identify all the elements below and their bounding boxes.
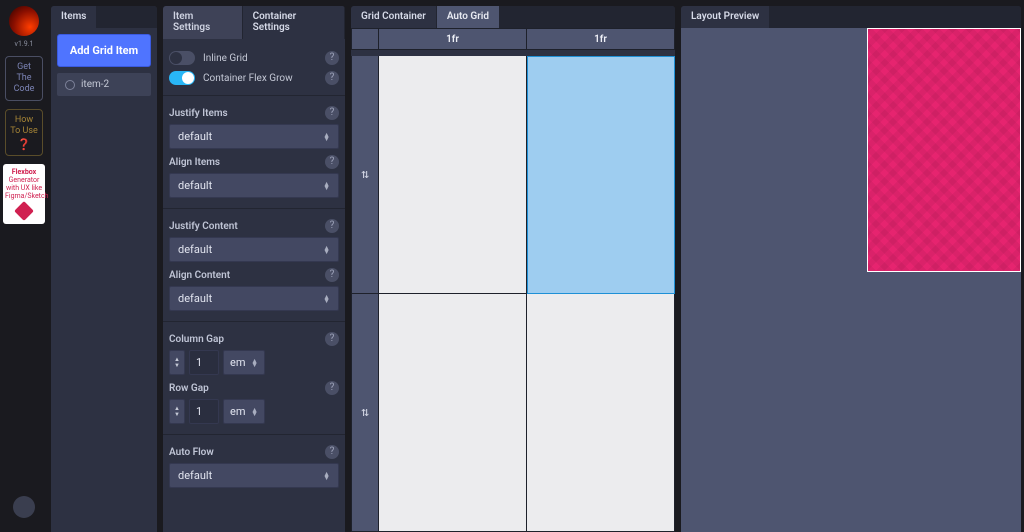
grid-cell[interactable] xyxy=(527,294,675,532)
tab-auto-grid[interactable]: Auto Grid xyxy=(437,6,500,28)
chevron-updown-icon: ▲▼ xyxy=(251,359,258,367)
help-icon[interactable]: ? xyxy=(325,219,339,233)
justify-content-select[interactable]: default ▲▼ xyxy=(169,237,339,262)
auto-flow-label: Auto Flow xyxy=(169,447,214,458)
how-to-use-button[interactable]: How To Use ❓ xyxy=(5,109,43,156)
grid-row-header[interactable]: ⇅ xyxy=(351,56,379,294)
chevron-updown-icon: ▲▼ xyxy=(323,295,330,303)
grid-cell[interactable] xyxy=(379,56,527,294)
column-gap-unit: em xyxy=(230,356,245,369)
help-icon[interactable]: ? xyxy=(325,71,339,85)
justify-items-select[interactable]: default ▲▼ xyxy=(169,124,339,149)
align-items-label: Align Items xyxy=(169,157,220,168)
help-icon: ❓ xyxy=(8,139,40,150)
help-icon[interactable]: ? xyxy=(325,51,339,65)
grid-cell-selected[interactable] xyxy=(527,56,676,294)
row-gap-stepper[interactable]: ▲▼ xyxy=(169,399,185,424)
grid-panel: Grid Container Auto Grid 1fr 1fr ⇅ ⇅ xyxy=(351,6,675,532)
column-gap-stepper[interactable]: ▲▼ xyxy=(169,350,185,375)
inline-grid-toggle[interactable] xyxy=(169,51,195,65)
inline-grid-label: Inline Grid xyxy=(203,53,248,64)
flexbox-promo-card[interactable]: Flexbox Generator with UX like Figma/Ske… xyxy=(3,164,45,224)
tab-container-settings[interactable]: Container Settings xyxy=(243,6,345,39)
flexbox-promo-sub: Generator with UX like Figma/Sketch xyxy=(5,176,49,200)
grid-item-entry[interactable]: item-2 xyxy=(57,73,151,96)
tab-item-settings[interactable]: Item Settings xyxy=(163,6,243,39)
app-logo[interactable] xyxy=(9,6,39,36)
tab-items[interactable]: Items xyxy=(51,6,97,28)
chevron-updown-icon: ▲▼ xyxy=(323,182,330,190)
grid-item-label: item-2 xyxy=(81,79,109,90)
chevron-updown-icon: ▲▼ xyxy=(323,246,330,254)
align-content-select[interactable]: default ▲▼ xyxy=(169,286,339,311)
github-icon[interactable] xyxy=(13,496,35,518)
how-to-use-label: How To Use xyxy=(10,115,38,136)
get-code-button[interactable]: Get The Code xyxy=(5,56,43,101)
help-icon[interactable]: ? xyxy=(325,332,339,346)
chevron-updown-icon: ▲▼ xyxy=(251,408,258,416)
chevron-updown-icon: ▲▼ xyxy=(323,133,330,141)
items-panel: Items Add Grid Item item-2 xyxy=(51,6,157,532)
version-label: v1.9.1 xyxy=(15,40,34,48)
flexbox-promo-icon xyxy=(14,201,34,221)
visibility-icon[interactable] xyxy=(65,80,75,90)
add-grid-item-button[interactable]: Add Grid Item xyxy=(57,34,151,67)
preview-canvas xyxy=(681,28,1021,532)
grid-corner xyxy=(351,28,379,50)
align-items-value: default xyxy=(178,179,212,192)
row-gap-unit: em xyxy=(230,405,245,418)
row-gap-unit-select[interactable]: em ▲▼ xyxy=(223,399,265,424)
justify-content-value: default xyxy=(178,243,212,256)
grid-row-header[interactable]: ⇅ xyxy=(351,294,379,532)
chevron-updown-icon: ▲▼ xyxy=(323,472,330,480)
flex-grow-label: Container Flex Grow xyxy=(203,73,293,84)
justify-items-value: default xyxy=(178,130,212,143)
settings-panel: Item Settings Container Settings Inline … xyxy=(163,6,345,532)
grid-cell[interactable] xyxy=(379,294,527,532)
preview-item[interactable] xyxy=(867,28,1021,272)
auto-flow-value: default xyxy=(178,469,212,482)
row-gap-input[interactable]: 1 xyxy=(189,399,219,424)
tab-layout-preview[interactable]: Layout Preview xyxy=(681,6,770,28)
auto-flow-select[interactable]: default ▲▼ xyxy=(169,463,339,488)
grid-col-header[interactable]: 1fr xyxy=(527,28,675,50)
justify-content-label: Justify Content xyxy=(169,221,238,232)
help-icon[interactable]: ? xyxy=(325,268,339,282)
preview-panel: Layout Preview xyxy=(681,6,1021,532)
flexbox-promo-title: Flexbox xyxy=(12,168,36,176)
help-icon[interactable]: ? xyxy=(325,106,339,120)
align-items-select[interactable]: default ▲▼ xyxy=(169,173,339,198)
row-gap-label: Row Gap xyxy=(169,383,209,394)
help-icon[interactable]: ? xyxy=(325,445,339,459)
left-rail: v1.9.1 Get The Code How To Use ❓ Flexbox… xyxy=(0,0,48,532)
tab-grid-container[interactable]: Grid Container xyxy=(351,6,437,28)
help-icon[interactable]: ? xyxy=(325,381,339,395)
grid-col-header[interactable]: 1fr xyxy=(379,28,527,50)
column-gap-label: Column Gap xyxy=(169,334,224,345)
flex-grow-toggle[interactable] xyxy=(169,71,195,85)
help-icon[interactable]: ? xyxy=(325,155,339,169)
align-content-value: default xyxy=(178,292,212,305)
column-gap-input[interactable]: 1 xyxy=(189,350,219,375)
column-gap-unit-select[interactable]: em ▲▼ xyxy=(223,350,265,375)
align-content-label: Align Content xyxy=(169,270,230,281)
justify-items-label: Justify Items xyxy=(169,108,228,119)
